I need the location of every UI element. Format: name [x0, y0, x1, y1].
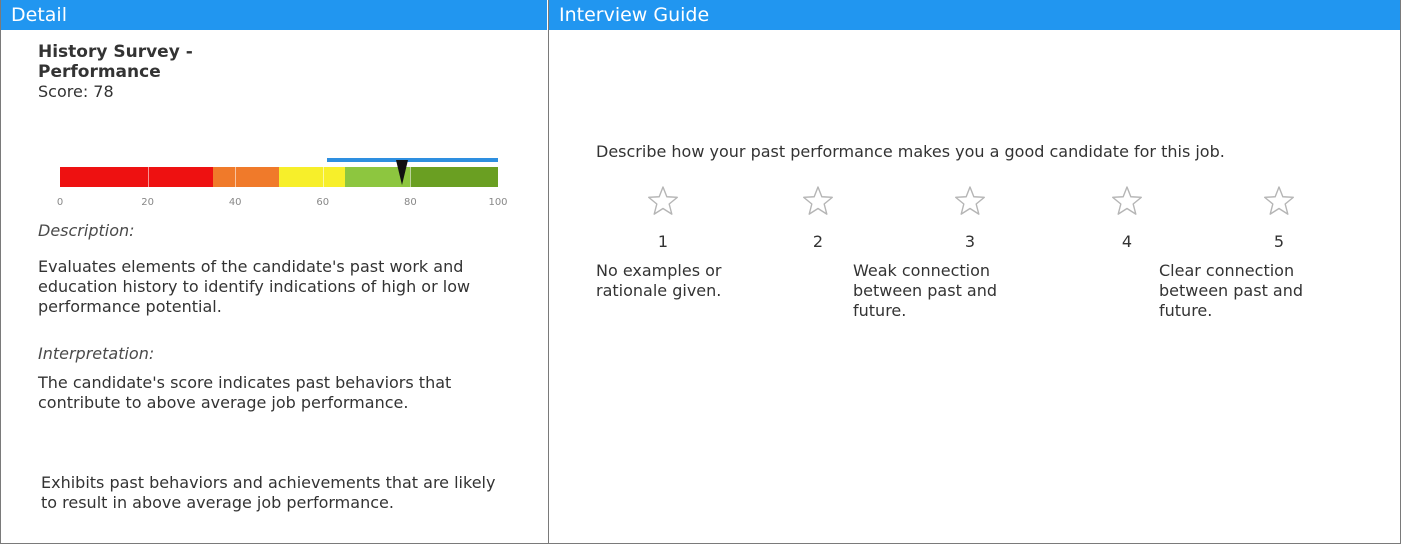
gauge-gridline: [322, 167, 324, 187]
interview-guide-header: Interview Guide: [549, 0, 1400, 30]
star-icon[interactable]: [953, 184, 987, 218]
gauge-tick-label: 0: [56, 197, 64, 208]
interpretation-text: The candidate's score indicates past beh…: [38, 373, 452, 412]
gauge-gridline: [147, 167, 149, 187]
gauge-gridline: [410, 167, 412, 187]
star-icon[interactable]: [1262, 184, 1296, 218]
gauge-tick-label: 100: [488, 197, 508, 208]
assessment-title: History Survey - Performance: [38, 42, 193, 82]
description-label: Description:: [38, 221, 135, 240]
description-text: Evaluates elements of the candidate's pa…: [38, 257, 471, 316]
gauge-segment-5: [410, 167, 498, 187]
rating-number: 3: [964, 232, 976, 251]
interpretation-label: Interpretation:: [38, 344, 155, 363]
score-text: Score: 78: [38, 82, 114, 101]
score-marker-icon: [395, 160, 408, 185]
gauge-tick-label: 20: [141, 197, 154, 208]
star-icon[interactable]: [646, 184, 680, 218]
detail-header: Detail: [1, 0, 548, 30]
rating-anchor-high: Clear connection between past and future…: [1159, 261, 1304, 320]
gauge-segment-2: [213, 167, 279, 187]
gauge-bar: [60, 167, 498, 187]
gauge-tick-label: 40: [228, 197, 242, 208]
report-view: Detail History Survey - Performance Scor…: [0, 0, 1402, 544]
gauge-segment-1: [60, 167, 214, 187]
gauge-band-line: [326, 158, 498, 162]
star-icon[interactable]: [801, 184, 835, 218]
rating-number: 5: [1273, 232, 1285, 251]
rating-number: 4: [1121, 232, 1133, 251]
summary-text: Exhibits past behaviors and achievements…: [41, 473, 496, 512]
gauge-tick-label: 60: [316, 197, 330, 208]
interview-question: Describe how your past performance makes…: [596, 142, 1225, 161]
rating-anchor-mid: Weak connection between past and future.: [853, 261, 998, 320]
gauge-segment-3: [279, 167, 345, 187]
detail-panel: Detail History Survey - Performance Scor…: [0, 0, 549, 544]
rating-number: 2: [812, 232, 824, 251]
gauge-tick-label: 80: [404, 197, 417, 208]
star-icon[interactable]: [1110, 184, 1144, 218]
gauge-gridline: [235, 167, 237, 187]
rating-anchor-low: No examples or rationale given.: [596, 261, 722, 300]
rating-number: 1: [657, 232, 669, 251]
